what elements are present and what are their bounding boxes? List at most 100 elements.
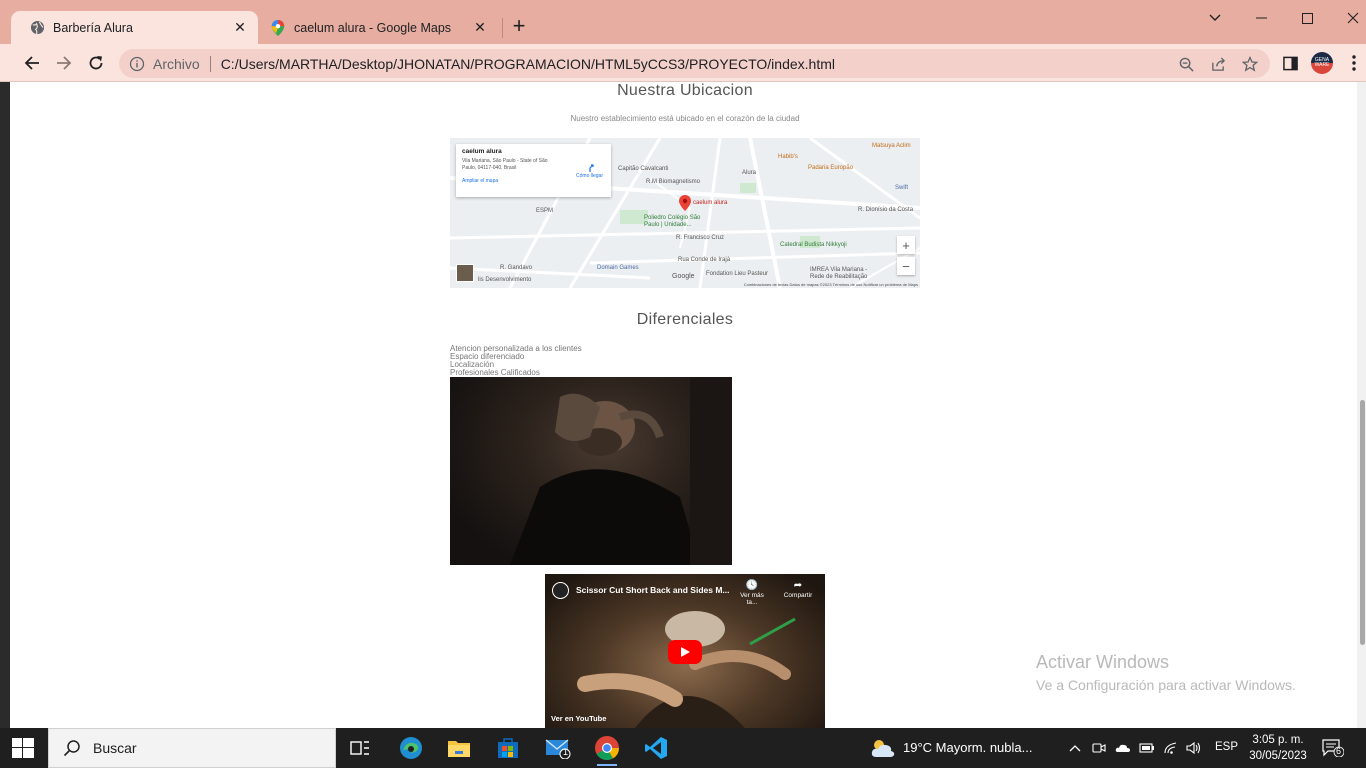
map-street-label: Rua Conde de Irajá: [678, 257, 731, 263]
map-street-label: R. Dionísio da Costa: [858, 207, 914, 213]
share-video-button[interactable]: ➦ Compartir: [781, 580, 815, 599]
language-indicator[interactable]: ESP: [1215, 741, 1238, 753]
youtube-embed[interactable]: Scissor Cut Short Back and Sides M... 🕓 …: [545, 574, 825, 728]
play-button[interactable]: [668, 640, 702, 664]
map-poi-label: Matsuya Aclim: [872, 143, 911, 149]
back-button[interactable]: [20, 51, 44, 75]
meet-now-icon[interactable]: [1091, 740, 1107, 756]
map-zoom-in-button[interactable]: +: [897, 236, 915, 254]
video-title[interactable]: Scissor Cut Short Back and Sides M...: [576, 585, 730, 595]
map-poi-label: Swift: [895, 185, 909, 191]
clock-time: 3:05 p. m.: [1252, 734, 1304, 746]
directions-icon: [588, 164, 594, 172]
mail-badge: 1: [563, 747, 569, 757]
map-place-name: caelum alura: [462, 148, 502, 155]
url-text[interactable]: C:/Users/MARTHA/Desktop/JHONATAN/PROGRAM…: [221, 56, 835, 72]
map-poi-label: R.M Biomagnetismo: [646, 179, 701, 185]
more-menu-icon[interactable]: [1343, 52, 1365, 74]
map-street-label: Capitão Cavalcanti: [618, 166, 669, 172]
search-icon: [63, 740, 80, 757]
directions-label: Cómo llegar: [576, 173, 603, 179]
watch-on-youtube-link[interactable]: Ver en YouTube: [551, 714, 606, 723]
map-street-label: R. Francisco Cruz: [676, 235, 725, 241]
map-street-label: R. Gandavo: [500, 265, 533, 271]
play-icon: [681, 647, 690, 657]
share-arrow-icon: ➦: [793, 580, 803, 591]
task-view-icon[interactable]: [346, 734, 374, 762]
map-place-address: Vila Mariana, São Paulo - State of São P…: [462, 158, 548, 171]
map-poi-label: IMREA Vila Mariana - Rede de Reabilitaçã…: [810, 267, 868, 280]
screen: Barbería Alura ✕ caelum alura - Google M…: [0, 0, 1366, 768]
wifi-icon[interactable]: [1163, 740, 1179, 756]
info-icon[interactable]: [129, 56, 145, 72]
weather-cloud-icon[interactable]: [870, 737, 896, 759]
microsoft-store-icon[interactable]: [494, 734, 522, 762]
list-item: Profesionales Calificados: [450, 368, 540, 377]
page-viewport: Nuestra Ubicacion Nuestro establecimient…: [10, 82, 1361, 728]
channel-avatar[interactable]: [552, 582, 569, 599]
google-logo: Google: [672, 273, 695, 280]
tab-barberia-alura[interactable]: Barbería Alura ✕: [11, 11, 258, 44]
minimize-button[interactable]: [1238, 6, 1284, 30]
directions-link[interactable]: Cómo llegar: [576, 164, 603, 179]
clock-icon: 🕓: [745, 580, 759, 591]
close-window-button[interactable]: [1330, 6, 1366, 30]
notification-count: 6: [1336, 746, 1342, 756]
youtube-logo-text: YouTube: [575, 714, 607, 723]
map-pin-label: caelum alura: [693, 200, 728, 206]
taskbar-search[interactable]: Buscar: [48, 728, 336, 768]
watch-on-label: Ver en: [551, 714, 574, 723]
windows-start-icon[interactable]: [12, 738, 34, 758]
clock-date: 30/05/2023: [1249, 750, 1307, 762]
volume-icon[interactable]: [1186, 740, 1202, 756]
maximize-button[interactable]: [1284, 6, 1330, 30]
share-icon[interactable]: [1209, 55, 1227, 73]
vscode-icon[interactable]: [642, 734, 670, 762]
reload-button[interactable]: [84, 51, 108, 75]
map-poi-label: ESPM: [536, 208, 554, 214]
chrome-icon[interactable]: [593, 734, 621, 766]
address-bar[interactable]: Archivo C:/Users/MARTHA/Desktop/JHONATAN…: [119, 49, 1270, 78]
globe-icon: [29, 20, 45, 36]
onedrive-cloud-icon[interactable]: [1115, 740, 1131, 756]
close-tab-icon[interactable]: ✕: [470, 18, 490, 38]
location-heading: Nuestra Ubicacion: [617, 82, 753, 99]
map-poi-label: Fondation Lieu Pasteur: [706, 271, 769, 277]
scheme-label: Archivo: [153, 55, 200, 72]
map-pin-icon[interactable]: [679, 195, 691, 211]
close-tab-icon[interactable]: ✕: [230, 18, 250, 38]
mail-icon[interactable]: 1: [544, 734, 572, 762]
location-subtitle: Nuestro establecimiento está ubicado en …: [570, 114, 800, 123]
new-tab-button[interactable]: +: [508, 15, 530, 38]
activation-subtitle: Ve a Configuración para activar Windows.: [1036, 677, 1296, 693]
map-poi-label: Alura: [742, 170, 757, 176]
map-zoom-out-button[interactable]: −: [897, 257, 915, 275]
watch-later-button[interactable]: 🕓 Ver más ta...: [735, 580, 769, 606]
barber-photo-illustration: [510, 377, 732, 565]
tab-google-maps[interactable]: caelum alura - Google Maps ✕: [260, 11, 498, 44]
embedded-map[interactable]: caelum alura Vila Mariana, São Paulo - S…: [450, 138, 920, 288]
notification-center-icon[interactable]: 6: [1322, 739, 1345, 758]
map-satellite-toggle[interactable]: [456, 264, 474, 282]
bookmark-star-icon[interactable]: [1241, 55, 1259, 73]
profile-avatar[interactable]: GENA WARE: [1311, 52, 1333, 74]
forward-button[interactable]: [52, 51, 76, 75]
omnibox-separator: [209, 55, 211, 72]
tab-search-chevron-icon[interactable]: [1192, 6, 1238, 30]
page-scrollbar-thumb[interactable]: [1360, 400, 1365, 645]
battery-icon[interactable]: [1139, 740, 1155, 756]
tray-chevron-up-icon[interactable]: [1067, 740, 1083, 756]
desktop-edge: [0, 82, 10, 728]
share-label: Compartir: [783, 592, 813, 599]
edge-icon[interactable]: [397, 734, 425, 762]
side-panel-icon[interactable]: [1279, 52, 1301, 74]
system-clock[interactable]: 3:05 p. m. 30/05/2023: [1244, 732, 1312, 764]
tab-title: caelum alura - Google Maps: [294, 20, 452, 35]
tab-title: Barbería Alura: [53, 20, 133, 35]
browser-toolbar: Archivo C:/Users/MARTHA/Desktop/JHONATAN…: [0, 44, 1366, 82]
map-poi-label: Padaria Europão: [808, 165, 854, 171]
file-explorer-icon[interactable]: [445, 734, 473, 762]
weather-text[interactable]: 19°C Mayorm. nubla...: [903, 740, 1032, 755]
zoom-out-icon[interactable]: [1177, 55, 1195, 73]
map-footer: Combinaciones de teclas Datos de mapas ©…: [743, 282, 918, 287]
